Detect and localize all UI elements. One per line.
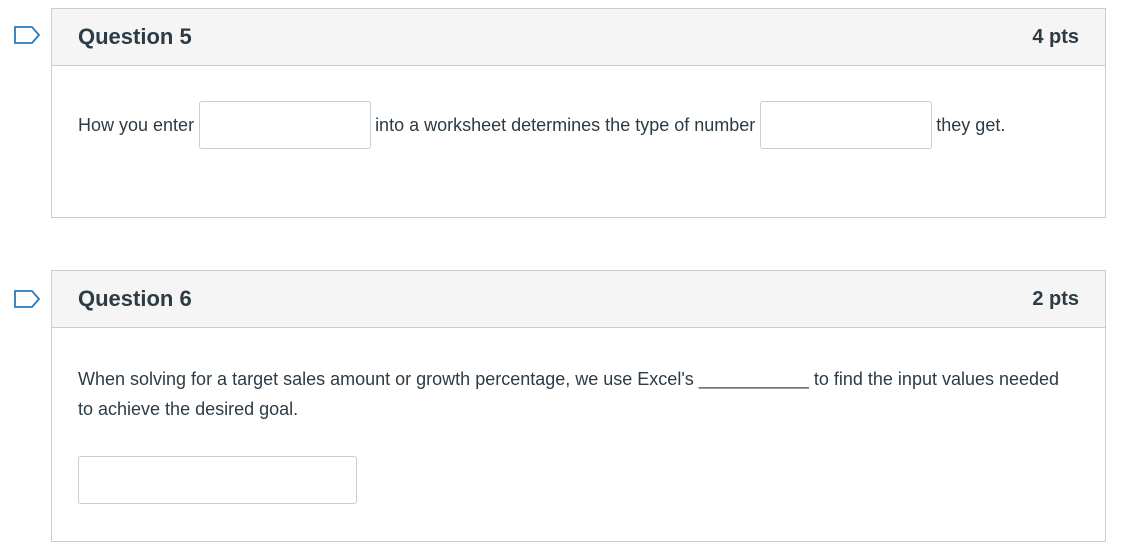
question-header: Question 6 2 pts <box>52 271 1105 328</box>
fill-in-sentence: How you enter into a worksheet determine… <box>78 101 1079 149</box>
sentence-part-1: How you enter <box>78 114 195 135</box>
question-points: 4 pts <box>1032 25 1079 48</box>
flag-question-icon[interactable] <box>14 26 40 44</box>
question-points: 2 pts <box>1032 287 1079 310</box>
question-text: When solving for a target sales amount o… <box>78 369 1060 419</box>
sentence-part-2: into a worksheet determines the type of … <box>375 114 756 135</box>
question-title: Question 6 <box>78 286 192 311</box>
question-header: Question 5 4 pts <box>52 9 1105 66</box>
sentence-part-3: they get. <box>936 114 1006 135</box>
question-card: Question 5 4 pts How you enter into a wo… <box>51 8 1106 218</box>
question-title: Question 5 <box>78 24 192 49</box>
question-card: Question 6 2 pts When solving for a targ… <box>51 270 1106 542</box>
answer-input[interactable] <box>78 456 357 504</box>
question-body: How you enter into a worksheet determine… <box>52 66 1105 149</box>
blank-2-input[interactable] <box>760 101 933 149</box>
blank-1-input[interactable] <box>199 101 372 149</box>
question-body: When solving for a target sales amount o… <box>52 328 1105 504</box>
flag-question-icon[interactable] <box>14 290 40 308</box>
